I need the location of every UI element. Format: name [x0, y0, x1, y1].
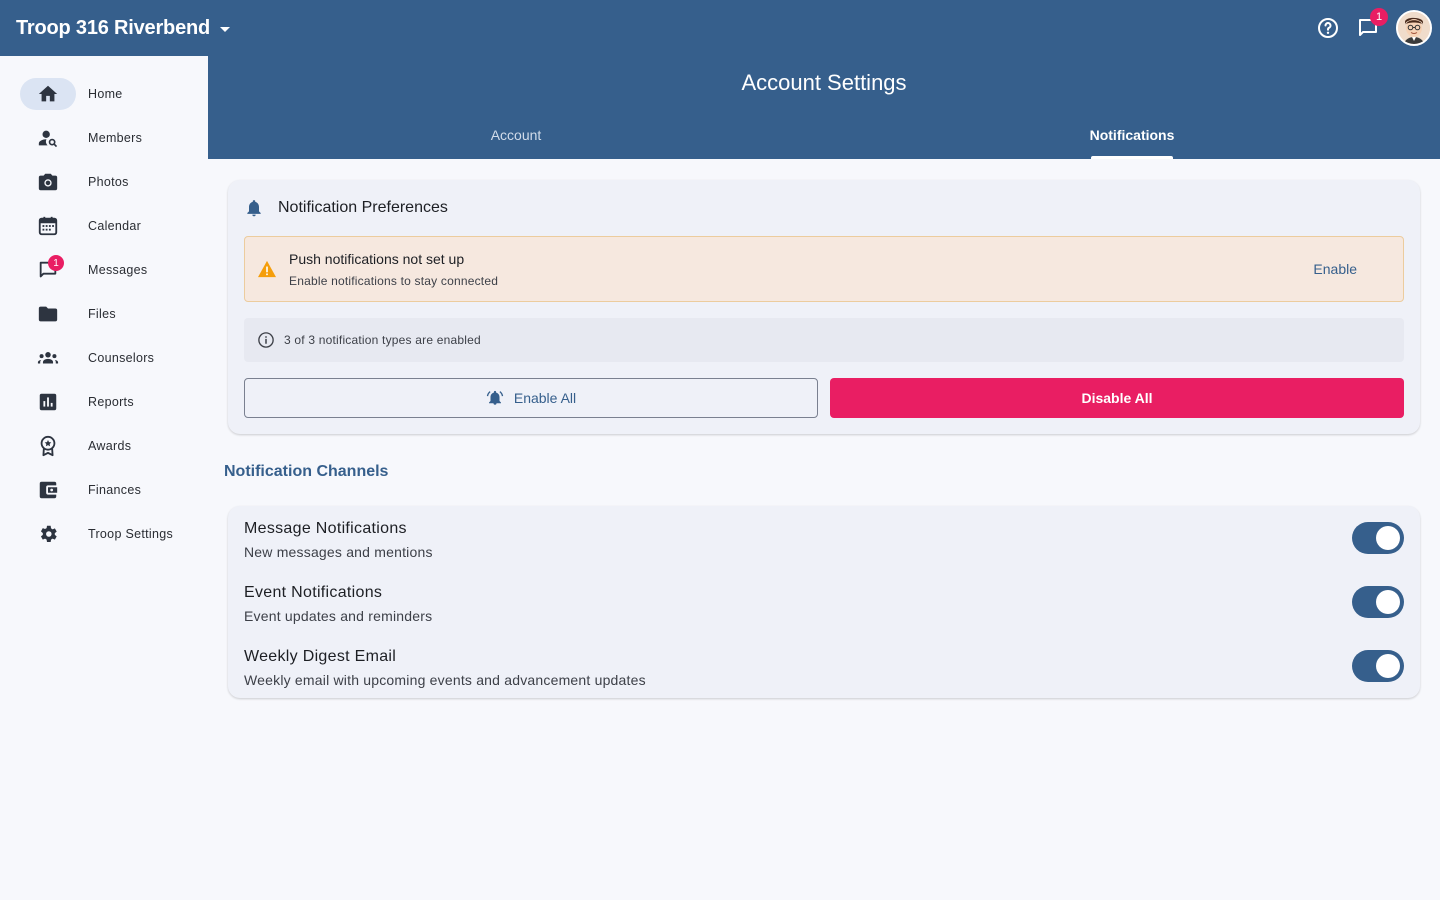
sidebar-item-finances[interactable]: Finances: [20, 474, 200, 506]
wallet-icon: [39, 481, 58, 499]
sidebar-item-home[interactable]: Home: [20, 78, 200, 110]
channel-description: Event updates and reminders: [244, 608, 433, 624]
warning-icon: [258, 260, 276, 278]
sidebar-item-files[interactable]: Files: [20, 298, 200, 330]
section-title: Notification Channels: [224, 463, 389, 480]
event-notifications-toggle[interactable]: [1352, 586, 1404, 618]
enable-all-button[interactable]: Enable All: [244, 378, 818, 418]
sidebar-item-label: Reports: [88, 395, 134, 409]
channel-description: Weekly email with upcoming events and ad…: [244, 672, 646, 688]
sidebar-item-label: Files: [88, 307, 116, 321]
channel-name: Message Notifications: [244, 520, 407, 537]
camera-icon: [38, 173, 58, 191]
sidebar-item-label: Members: [88, 131, 143, 145]
sidebar-item-messages[interactable]: 1 Messages: [20, 254, 200, 286]
sidebar-item-awards[interactable]: Awards: [20, 430, 200, 462]
sidebar-item-troop-settings[interactable]: Troop Settings: [20, 518, 200, 550]
enable-all-label: Enable All: [513, 390, 577, 406]
person-search-icon: [38, 130, 58, 148]
bell-icon: [247, 200, 261, 217]
troop-switcher[interactable]: Troop 316 Riverbend: [16, 14, 231, 42]
channel-row-messages: Message Notifications New messages and m…: [244, 506, 1404, 562]
disable-all-button[interactable]: Disable All: [830, 378, 1404, 418]
notification-preferences-card: Notification Preferences Push notificati…: [228, 180, 1420, 434]
sidebar-item-label: Counselors: [88, 351, 155, 365]
sidebar-item-calendar[interactable]: Calendar: [20, 210, 200, 242]
warning-title: Push notifications not set up: [289, 251, 465, 267]
sidebar-item-label: Finances: [88, 483, 142, 497]
channel-row-events: Event Notifications Event updates and re…: [244, 570, 1404, 626]
tab-account[interactable]: Account: [208, 118, 824, 159]
card-title: Notification Preferences: [278, 199, 448, 216]
enabled-count-text: 3 of 3 notification types are enabled: [284, 333, 481, 347]
avatar[interactable]: [1396, 10, 1432, 46]
sidebar-item-counselors[interactable]: Counselors: [20, 342, 200, 374]
notification-channels-card: Message Notifications New messages and m…: [228, 506, 1420, 698]
gear-icon: [40, 525, 57, 542]
toggle-knob: [1376, 526, 1400, 550]
card-header: Notification Preferences: [244, 196, 448, 220]
nav-icon-wrap: [20, 474, 76, 506]
nav-icon-wrap: 1: [20, 254, 76, 286]
user-avatar-icon: [1398, 12, 1430, 44]
messages-button[interactable]: 1: [1348, 8, 1388, 46]
channel-name: Weekly Digest Email: [244, 648, 397, 665]
groups-icon: [37, 352, 59, 364]
tab-label: Notifications: [1089, 127, 1175, 143]
folder-icon: [38, 306, 58, 322]
page-title: Account Settings: [741, 70, 907, 95]
nav-icon-wrap: [20, 518, 76, 550]
page-header: Account Settings Account Notifications: [208, 56, 1440, 159]
info-banner: 3 of 3 notification types are enabled: [244, 318, 1404, 362]
sidebar-item-label: Calendar: [88, 219, 142, 233]
sidebar-item-reports[interactable]: Reports: [20, 386, 200, 418]
top-actions: 1: [1308, 8, 1432, 46]
messages-badge: 1: [1370, 8, 1388, 26]
help-icon: [1318, 18, 1338, 38]
sidebar-item-label: Home: [88, 87, 123, 101]
info-icon: [258, 332, 274, 348]
nav-icon-wrap: [20, 210, 76, 242]
troop-name: Troop 316 Riverbend: [16, 16, 211, 39]
nav-icon-wrap: [20, 122, 76, 154]
toggle-knob: [1376, 590, 1400, 614]
sidebar-item-label: Photos: [88, 175, 129, 189]
push-warning-banner: Push notifications not set up Enable not…: [244, 236, 1404, 302]
sidebar: Home Members Photos Calendar 1 Messages …: [0, 56, 208, 900]
chevron-down-icon: [220, 26, 231, 32]
home-icon: [38, 85, 58, 102]
sidebar-item-members[interactable]: Members: [20, 122, 200, 154]
warning-subtitle: Enable notifications to stay connected: [289, 274, 499, 288]
enable-push-button[interactable]: Enable: [1313, 261, 1357, 277]
sidebar-item-label: Awards: [88, 439, 132, 453]
channel-row-weekly-digest: Weekly Digest Email Weekly email with up…: [244, 634, 1404, 690]
weekly-digest-toggle[interactable]: [1352, 650, 1404, 682]
channel-description: New messages and mentions: [244, 544, 433, 560]
active-tab-indicator: [1091, 156, 1173, 159]
nav-icon-wrap: [20, 342, 76, 374]
nav-icon-wrap: [20, 430, 76, 462]
award-icon: [40, 435, 56, 457]
nav-icon-wrap: [20, 298, 76, 330]
calendar-icon: [38, 216, 58, 236]
messages-badge: 1: [48, 255, 64, 271]
message-notifications-toggle[interactable]: [1352, 522, 1404, 554]
nav-icon-wrap: [20, 386, 76, 418]
channel-name: Event Notifications: [244, 584, 383, 601]
bar-chart-icon: [39, 393, 57, 411]
tab-notifications[interactable]: Notifications: [824, 118, 1440, 159]
nav-icon-wrap: [20, 78, 76, 110]
app-bar: Troop 316 Riverbend 1: [0, 0, 1440, 56]
sidebar-item-label: Messages: [88, 263, 148, 277]
nav-icon-wrap: [20, 166, 76, 198]
help-button[interactable]: [1308, 10, 1348, 46]
alarm-icon: [486, 390, 504, 405]
toggle-knob: [1376, 654, 1400, 678]
sidebar-item-photos[interactable]: Photos: [20, 166, 200, 198]
sidebar-item-label: Troop Settings: [88, 527, 174, 541]
